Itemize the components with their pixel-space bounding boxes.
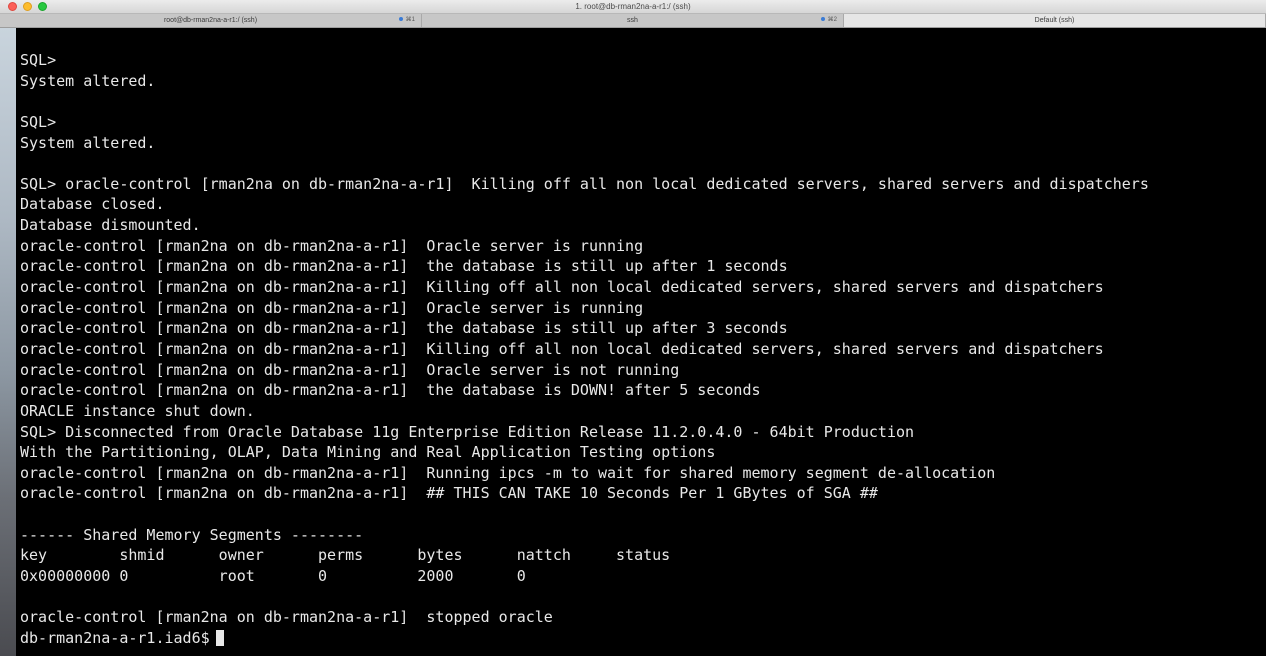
terminal-line: oracle-control [rman2na on db-rman2na-a-… xyxy=(20,381,761,400)
activity-dot-icon xyxy=(820,17,825,22)
terminal-line: oracle-control [rman2na on db-rman2na-a-… xyxy=(20,298,644,317)
terminal-line: SQL> oracle-control [rman2na on db-rman2… xyxy=(20,174,1149,193)
tab-shortcut: ⌘1 xyxy=(398,14,415,27)
terminal-line: SQL> xyxy=(20,51,57,69)
terminal-line: key shmid owner perms bytes nattch statu… xyxy=(20,546,671,565)
terminal-line: oracle-control [rman2na on db-rman2na-a-… xyxy=(20,236,644,255)
terminal-line: oracle-control [rman2na on db-rman2na-a-… xyxy=(20,484,878,503)
window-title: 1. root@db-rman2na-a-r1:/ (ssh) xyxy=(575,2,691,11)
tab-default-ssh[interactable]: Default (ssh) xyxy=(844,14,1266,27)
terminal-window: 1. root@db-rman2na-a-r1:/ (ssh) root@db-… xyxy=(0,0,1266,656)
terminal-line: oracle-control [rman2na on db-rman2na-a-… xyxy=(20,360,680,379)
text-cursor xyxy=(215,629,224,646)
terminal-lines: SQL> System altered. SQL> System altered. SQ… xyxy=(20,50,1149,649)
tab-label: root@db-rman2na-a-r1:/ (ssh) xyxy=(163,17,258,24)
terminal-line: Database dismounted. xyxy=(20,216,201,235)
terminal-line: oracle-control [rman2na on db-rman2na-a-… xyxy=(20,339,1104,358)
terminal-line: oracle-control [rman2na on db-rman2na-a-… xyxy=(20,463,996,482)
terminal-line: System altered. xyxy=(20,133,156,152)
shell-prompt: db-rman2na-a-r1.iad6$ xyxy=(20,628,210,647)
terminal-line: SQL> Disconnected from Oracle Database 1… xyxy=(20,422,915,441)
terminal-line: oracle-control [rman2na on db-rman2na-a-… xyxy=(20,257,788,276)
tab-root-ssh[interactable]: root@db-rman2na-a-r1:/ (ssh) ⌘1 xyxy=(0,14,422,27)
terminal-line: oracle-control [rman2na on db-rman2na-a-… xyxy=(20,608,553,627)
terminal-line: Database closed. xyxy=(20,195,165,214)
terminal-line: 0x00000000 0 root 0 2000 0 xyxy=(20,567,526,586)
activity-dot-icon xyxy=(398,17,403,22)
terminal-line: SQL> xyxy=(20,112,57,131)
desktop-background xyxy=(0,28,16,656)
tab-label: ssh xyxy=(627,17,638,24)
terminal-output[interactable]: SQL> System altered. SQL> System altered. SQ… xyxy=(16,28,1266,656)
tab-ssh[interactable]: ssh ⌘2 xyxy=(422,14,844,27)
terminal-line: oracle-control [rman2na on db-rman2na-a-… xyxy=(20,319,788,338)
tab-label: Default (ssh) xyxy=(1034,17,1075,24)
terminal-line: oracle-control [rman2na on db-rman2na-a-… xyxy=(20,278,1104,297)
terminal-line: ------ Shared Memory Segments -------- xyxy=(20,525,364,544)
terminal-line: With the Partitioning, OLAP, Data Mining… xyxy=(20,443,716,462)
title-bar: 1. root@db-rman2na-a-r1:/ (ssh) xyxy=(0,0,1266,14)
tab-bar: root@db-rman2na-a-r1:/ (ssh) ⌘1 ssh ⌘2 D… xyxy=(0,14,1266,28)
terminal-line: System altered. xyxy=(20,71,156,90)
shell-prompt-line[interactable]: db-rman2na-a-r1.iad6$ xyxy=(20,628,1149,649)
terminal-line: ORACLE instance shut down. xyxy=(20,401,255,420)
tab-shortcut: ⌘2 xyxy=(820,14,837,27)
